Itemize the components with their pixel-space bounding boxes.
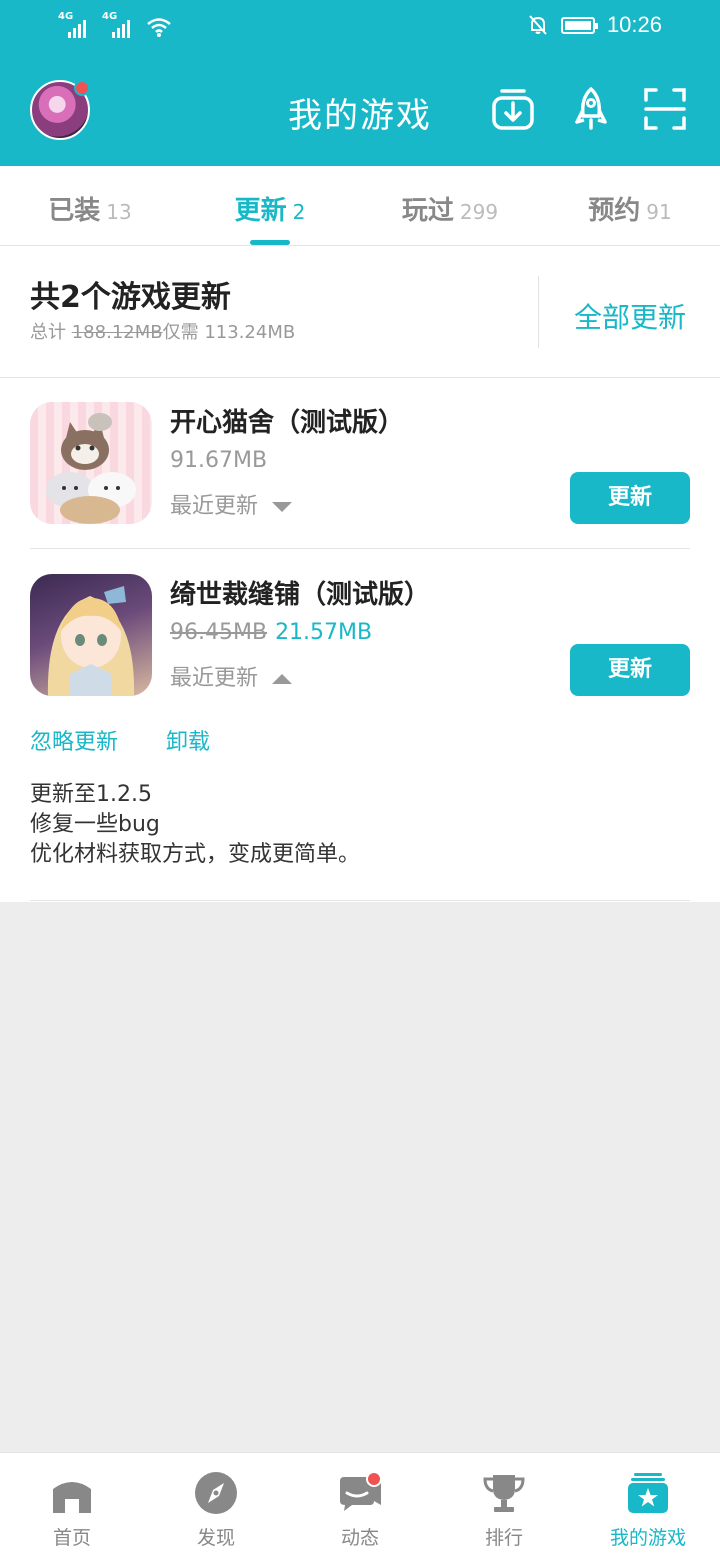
game-title[interactable]: 开心猫舍（测试版）	[170, 402, 404, 439]
nav-ranking[interactable]: 排行	[432, 1453, 576, 1560]
nav-label: 我的游戏	[609, 1527, 686, 1549]
nav-label: 首页	[52, 1527, 91, 1549]
game-size: 96.45MB 21.57MB	[170, 620, 372, 645]
game-icon-tailor-shop[interactable]	[30, 574, 152, 696]
nav-home[interactable]: 首页	[0, 1453, 144, 1560]
total-size: 188.12MB	[71, 322, 163, 343]
tab-label: 更新	[234, 196, 287, 226]
tab-count: 2	[292, 200, 306, 224]
update-all-button[interactable]: 全部更新	[574, 296, 686, 336]
tab-played[interactable]: 玩过 299	[360, 190, 540, 227]
update-button[interactable]: 更新	[570, 644, 690, 696]
nav-label: 排行	[484, 1527, 523, 1549]
character-artwork-icon	[47, 586, 135, 696]
release-note-line: 更新至1.2.5	[30, 782, 152, 807]
my-games-icon	[628, 1473, 668, 1513]
release-notes: 更新至1.2.5 修复一些bug 优化材料获取方式，变成更简单。	[30, 780, 360, 870]
ignore-update-link[interactable]: 忽略更新	[30, 724, 118, 756]
recent-update-toggle[interactable]: 最近更新	[170, 488, 293, 520]
download-icon[interactable]	[490, 86, 536, 132]
status-left: 4G 4G	[58, 12, 172, 38]
caret-up-icon	[272, 674, 293, 684]
row-divider	[30, 548, 690, 549]
bottom-nav: 首页 发现 动态 排行 我的游戏	[0, 1452, 720, 1560]
notification-dot	[366, 1471, 382, 1487]
nav-my-games[interactable]: 我的游戏	[576, 1453, 720, 1560]
cat-artwork-icon	[46, 413, 136, 524]
summary-title: 共2个游戏更新	[30, 280, 231, 315]
top-bar: 4G 4G 10:26 我的游戏	[0, 0, 720, 166]
row-divider	[30, 900, 690, 901]
nav-label: 动态	[340, 1527, 379, 1549]
tab-label: 预约	[588, 196, 641, 226]
nav-discover[interactable]: 发现	[144, 1453, 288, 1560]
tab-count: 91	[646, 200, 672, 224]
update-summary: 共2个游戏更新 总计 188.12MB仅需 113.24MB 全部更新	[0, 246, 720, 378]
status-right: 10:26	[527, 12, 662, 38]
uninstall-link[interactable]: 卸载	[166, 724, 210, 756]
bell-off-icon	[529, 15, 547, 35]
active-tab-indicator	[250, 240, 290, 245]
tab-installed[interactable]: 已装 13	[0, 190, 180, 227]
release-note-line: 优化材料获取方式，变成更简单。	[30, 842, 361, 867]
compass-icon	[195, 1472, 237, 1514]
trophy-icon	[483, 1475, 525, 1512]
nav-label: 发现	[196, 1527, 235, 1549]
game-size: 91.67MB	[170, 448, 268, 473]
need-size: 113.24MB	[204, 322, 296, 343]
old-size: 96.45MB	[170, 620, 268, 645]
signal-icon-2: 4G	[102, 12, 136, 38]
wifi-icon	[147, 18, 171, 37]
caret-down-icon	[272, 502, 293, 512]
rocket-icon[interactable]	[568, 86, 614, 132]
tab-count: 13	[106, 200, 132, 224]
release-note-line: 修复一些bug	[30, 812, 160, 837]
tab-updates[interactable]: 更新 2	[180, 190, 360, 227]
recent-label: 最近更新	[170, 666, 259, 691]
tab-bar: 已装 13 更新 2 玩过 299 预约 91	[0, 166, 720, 246]
signal-icon: 4G	[58, 12, 92, 38]
tab-label: 玩过	[401, 196, 454, 226]
divider	[538, 276, 539, 348]
game-icon-cat-house[interactable]	[30, 402, 152, 524]
game-title[interactable]: 绮世裁缝铺（测试版）	[170, 574, 430, 611]
recent-label: 最近更新	[170, 494, 259, 519]
update-button[interactable]: 更新	[570, 472, 690, 524]
total-prefix: 总计	[30, 322, 66, 343]
nav-feed[interactable]: 动态	[288, 1453, 432, 1560]
tab-reserved[interactable]: 预约 91	[540, 190, 720, 227]
clock: 10:26	[606, 12, 662, 37]
game-list: 开心猫舍（测试版） 91.67MB 最近更新 更新 绮世裁缝铺（测试版） 96.…	[0, 378, 720, 902]
new-size: 21.57MB	[275, 620, 373, 645]
tab-label: 已装	[48, 196, 101, 226]
tab-count: 299	[459, 200, 499, 224]
battery-icon	[560, 16, 598, 34]
scan-icon[interactable]	[642, 86, 688, 132]
need-prefix: 仅需	[162, 322, 199, 343]
recent-update-toggle[interactable]: 最近更新	[170, 660, 293, 692]
summary-size: 总计 188.12MB仅需 113.24MB	[30, 318, 295, 344]
home-icon	[53, 1482, 91, 1513]
status-bar: 4G 4G 10:26	[0, 0, 720, 54]
